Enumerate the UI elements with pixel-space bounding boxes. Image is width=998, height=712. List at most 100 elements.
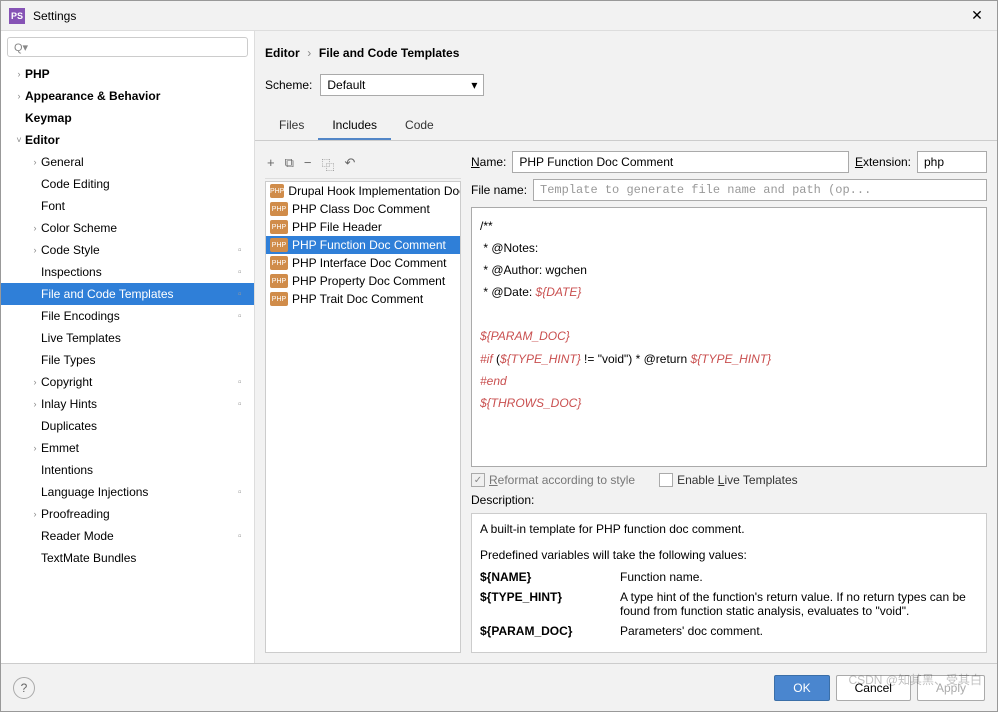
tab-files[interactable]: Files — [265, 112, 318, 140]
breadcrumb-a: Editor — [265, 46, 300, 60]
tree-item-color-scheme[interactable]: ›Color Scheme — [1, 217, 254, 239]
help-button[interactable]: ? — [13, 677, 35, 699]
project-marker-icon — [238, 157, 248, 167]
tree-item-code-editing[interactable]: Code Editing — [1, 173, 254, 195]
project-marker-icon — [238, 443, 248, 453]
template-list[interactable]: PHPDrupal Hook Implementation DocPHPPHP … — [265, 181, 461, 653]
tree-item-file-and-code-templates[interactable]: File and Code Templates▫ — [1, 283, 254, 305]
template-item[interactable]: PHPPHP Property Doc Comment — [266, 272, 460, 290]
sidebar: Q▾ ›PHP›Appearance & BehaviorKeymap˅Edit… — [1, 31, 255, 663]
apply-button[interactable]: Apply — [917, 675, 985, 701]
tree-item-keymap[interactable]: Keymap — [1, 107, 254, 129]
template-item[interactable]: PHPPHP Function Doc Comment — [266, 236, 460, 254]
scheme-value: Default — [327, 78, 365, 92]
chevron-icon: › — [29, 245, 41, 255]
php-file-icon: PHP — [270, 274, 288, 288]
tree-item-duplicates[interactable]: Duplicates — [1, 415, 254, 437]
chevron-down-icon: ▾ — [471, 78, 477, 92]
project-marker-icon — [238, 553, 248, 563]
tree-item-live-templates[interactable]: Live Templates — [1, 327, 254, 349]
project-marker-icon — [238, 113, 248, 123]
settings-tree[interactable]: ›PHP›Appearance & BehaviorKeymap˅Editor›… — [1, 63, 254, 663]
tree-item-editor[interactable]: ˅Editor — [1, 129, 254, 151]
search-input[interactable] — [32, 40, 241, 54]
template-item[interactable]: PHPPHP Class Doc Comment — [266, 200, 460, 218]
template-code-editor[interactable]: /** * @Notes: * @Author: wgchen * @Date:… — [471, 207, 987, 467]
project-marker-icon — [238, 223, 248, 233]
project-marker-icon — [238, 69, 248, 79]
tree-item-file-encodings[interactable]: File Encodings▫ — [1, 305, 254, 327]
tree-item-copyright[interactable]: ›Copyright▫ — [1, 371, 254, 393]
project-marker-icon: ▫ — [238, 487, 248, 497]
tree-item-proofreading[interactable]: ›Proofreading — [1, 503, 254, 525]
tree-item-general[interactable]: ›General — [1, 151, 254, 173]
tree-item-inlay-hints[interactable]: ›Inlay Hints▫ — [1, 393, 254, 415]
php-file-icon: PHP — [270, 292, 288, 306]
search-icon: Q▾ — [14, 41, 28, 54]
copy-button[interactable]: ⿻ — [321, 155, 334, 174]
filename-label: File name: — [471, 183, 527, 197]
tree-item-textmate-bundles[interactable]: TextMate Bundles — [1, 547, 254, 569]
chevron-icon: › — [29, 157, 41, 167]
tree-item-font[interactable]: Font — [1, 195, 254, 217]
content-pane: Editor › File and Code Templates Scheme:… — [255, 31, 997, 663]
ok-button[interactable]: OK — [774, 675, 829, 701]
tree-item-language-injections[interactable]: Language Injections▫ — [1, 481, 254, 503]
project-marker-icon — [238, 201, 248, 211]
filename-input[interactable]: Template to generate file name and path … — [533, 179, 987, 201]
project-marker-icon: ▫ — [238, 267, 248, 277]
description-box: A built-in template for PHP function doc… — [471, 513, 987, 653]
tab-includes[interactable]: Includes — [318, 112, 391, 140]
live-templates-checkbox[interactable] — [659, 473, 673, 487]
project-marker-icon: ▫ — [238, 245, 248, 255]
copy-template-button[interactable]: ⧉ — [285, 155, 294, 174]
revert-button[interactable]: ↶ — [345, 155, 356, 174]
template-item[interactable]: PHPPHP File Header — [266, 218, 460, 236]
name-label: Name: — [471, 155, 506, 169]
project-marker-icon — [238, 355, 248, 365]
cancel-button[interactable]: Cancel — [836, 675, 911, 701]
tree-item-php[interactable]: ›PHP — [1, 63, 254, 85]
reformat-label: Reformat according to style — [489, 473, 635, 487]
project-marker-icon — [238, 509, 248, 519]
project-marker-icon: ▫ — [238, 289, 248, 299]
template-item[interactable]: PHPPHP Interface Doc Comment — [266, 254, 460, 272]
template-item[interactable]: PHPDrupal Hook Implementation Doc — [266, 182, 460, 200]
project-marker-icon — [238, 465, 248, 475]
window-title: Settings — [33, 9, 965, 23]
php-file-icon: PHP — [270, 256, 288, 270]
chevron-icon: ˅ — [13, 135, 25, 145]
search-box[interactable]: Q▾ — [7, 37, 248, 57]
project-marker-icon: ▫ — [238, 311, 248, 321]
chevron-icon: › — [29, 399, 41, 409]
tree-item-intentions[interactable]: Intentions — [1, 459, 254, 481]
close-icon[interactable]: ✕ — [965, 7, 989, 24]
tabs: FilesIncludesCode — [255, 112, 997, 141]
remove-button[interactable]: − — [304, 155, 312, 174]
footer: ? OK Cancel Apply — [1, 663, 997, 711]
chevron-icon: › — [29, 377, 41, 387]
description-label: Description: — [471, 493, 987, 507]
template-item[interactable]: PHPPHP Trait Doc Comment — [266, 290, 460, 308]
tree-item-inspections[interactable]: Inspections▫ — [1, 261, 254, 283]
project-marker-icon — [238, 179, 248, 189]
project-marker-icon — [238, 421, 248, 431]
extension-input[interactable]: php — [917, 151, 987, 173]
php-file-icon: PHP — [270, 220, 288, 234]
tree-item-emmet[interactable]: ›Emmet — [1, 437, 254, 459]
project-marker-icon — [238, 135, 248, 145]
add-button[interactable]: + — [267, 155, 275, 174]
tree-item-reader-mode[interactable]: Reader Mode▫ — [1, 525, 254, 547]
titlebar: PS Settings ✕ — [1, 1, 997, 31]
project-marker-icon — [238, 333, 248, 343]
tree-item-code-style[interactable]: ›Code Style▫ — [1, 239, 254, 261]
project-marker-icon: ▫ — [238, 531, 248, 541]
tab-code[interactable]: Code — [391, 112, 448, 140]
tree-item-appearance-behavior[interactable]: ›Appearance & Behavior — [1, 85, 254, 107]
scheme-select[interactable]: Default ▾ — [320, 74, 484, 96]
tree-item-file-types[interactable]: File Types — [1, 349, 254, 371]
reformat-checkbox[interactable]: ✓ — [471, 473, 485, 487]
name-input[interactable]: PHP Function Doc Comment — [512, 151, 849, 173]
live-templates-label: Enable Live Templates — [677, 473, 798, 487]
app-logo-icon: PS — [9, 8, 25, 24]
